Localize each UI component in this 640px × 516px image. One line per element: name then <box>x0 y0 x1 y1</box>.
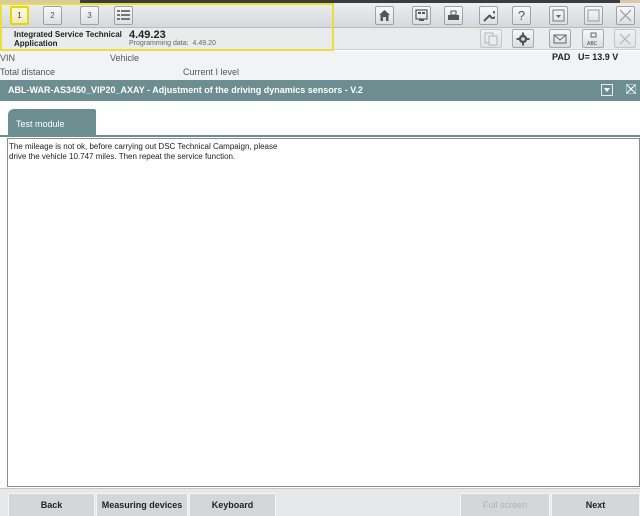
cancel-button[interactable] <box>614 29 636 48</box>
tab-test-module-label: Test module <box>16 119 65 129</box>
vehicle-row-2: Total distance Current I level <box>0 65 640 80</box>
minimize-icon <box>552 9 565 22</box>
copy-icon <box>484 32 498 46</box>
service-functions-button[interactable] <box>479 6 498 25</box>
chevron-down-icon <box>604 88 610 92</box>
diagnosis-button[interactable] <box>412 6 431 25</box>
full-screen-button-label: Full screen <box>482 500 527 510</box>
close-icon <box>619 9 632 22</box>
settings-button[interactable] <box>512 29 534 48</box>
application-name-line1: Integrated Service Technical <box>14 30 122 39</box>
bottom-action-bar: Back Measuring devices Keyboard Full scr… <box>0 488 640 516</box>
abc-keyboard-label: ABC <box>587 41 598 47</box>
list-button[interactable] <box>114 6 133 25</box>
keyboard-button[interactable]: Keyboard <box>189 493 276 516</box>
mileage-message: The mileage is not ok, before carrying o… <box>9 142 278 161</box>
abc-keyboard-button[interactable]: ABC <box>582 29 604 48</box>
measuring-devices-button[interactable]: Measuring devices <box>96 493 188 516</box>
programming-data-value: 4.49.20 <box>192 40 216 47</box>
home-icon <box>379 10 390 21</box>
current-level-label: Current I level <box>183 67 240 77</box>
close-button[interactable] <box>616 6 635 25</box>
vehicle-row-1: VIN Vehicle PAD U= 13.9 V <box>0 51 640 65</box>
next-button-label: Next <box>585 500 606 510</box>
total-distance-label: Total distance <box>0 67 56 77</box>
session-tab-2-label: 2 <box>50 11 55 20</box>
back-button[interactable]: Back <box>8 493 95 516</box>
module-title: ABL-WAR-AS3450_VIP20_AXAY - Adjustment o… <box>8 85 363 95</box>
vehicle-label: Vehicle <box>110 53 140 63</box>
application-name: Integrated Service Technical Application <box>14 30 122 48</box>
next-button[interactable]: Next <box>551 493 640 516</box>
copy-button[interactable] <box>480 29 502 48</box>
main-toolbar: 1 2 3 ? <box>0 3 640 28</box>
module-title-bar: ABL-WAR-AS3450_VIP20_AXAY - Adjustment o… <box>0 80 640 101</box>
minimize-button[interactable] <box>549 6 568 25</box>
session-tab-1-label: 1 <box>17 11 22 20</box>
list-icon <box>117 10 130 20</box>
collapse-button[interactable] <box>601 84 613 96</box>
vin-label: VIN <box>0 53 16 63</box>
vehicle-management-button[interactable] <box>444 6 463 25</box>
message-button[interactable] <box>549 29 571 48</box>
test-module-content: The mileage is not ok, before carrying o… <box>7 138 640 487</box>
vehicle-icon <box>448 10 459 20</box>
window-button[interactable] <box>584 6 603 25</box>
pad-label: PAD <box>552 52 571 62</box>
home-button[interactable] <box>375 6 394 25</box>
tab-underline <box>0 135 640 137</box>
tab-test-module[interactable]: Test module <box>8 109 96 137</box>
help-icon: ? <box>517 8 526 23</box>
wrench-icon <box>483 11 495 22</box>
application-info-bar: Integrated Service Technical Application… <box>0 28 640 50</box>
session-tab-1[interactable]: 1 <box>10 6 29 25</box>
tab-area: Test module <box>0 101 640 137</box>
session-tab-3-label: 3 <box>87 11 92 20</box>
help-button[interactable]: ? <box>512 6 531 25</box>
abc-keyboard-icon: ABC <box>587 32 598 47</box>
diagnosis-icon <box>415 9 428 21</box>
close-icon <box>625 83 637 95</box>
application-name-line2: Application <box>14 39 58 48</box>
keyboard-button-label: Keyboard <box>211 500 254 510</box>
envelope-icon <box>553 34 567 44</box>
programming-data: Programming data: 4.49.20 <box>129 40 216 47</box>
gear-icon <box>516 32 530 46</box>
module-close-button[interactable] <box>625 83 637 96</box>
session-tab-3[interactable]: 3 <box>80 6 99 25</box>
full-screen-button[interactable]: Full screen <box>460 493 550 516</box>
battery-voltage: U= 13.9 V <box>578 52 619 62</box>
close-icon <box>619 33 631 45</box>
programming-data-label: Programming data: <box>129 40 189 47</box>
session-tab-2[interactable]: 2 <box>43 6 62 25</box>
window-icon <box>587 9 600 22</box>
back-button-label: Back <box>40 500 63 510</box>
measuring-devices-button-label: Measuring devices <box>101 500 183 510</box>
